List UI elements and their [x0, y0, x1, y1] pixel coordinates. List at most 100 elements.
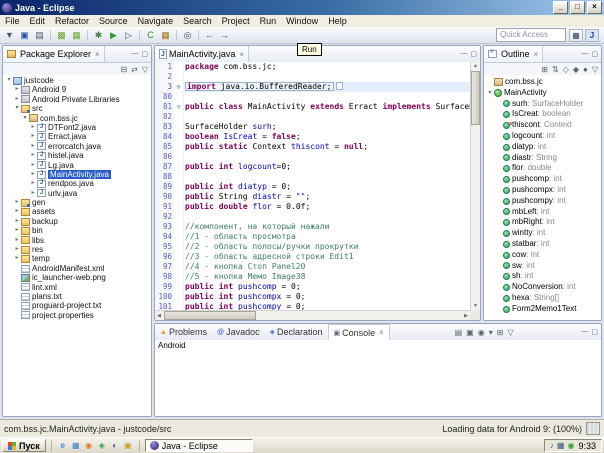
expand-arrow-icon[interactable]: ▸ [13, 226, 21, 235]
outline-item-mbleft[interactable]: mbLeftint [484, 207, 601, 218]
menu-search[interactable]: Search [178, 16, 217, 26]
new-java-class-icon[interactable]: C [143, 28, 158, 43]
editor-horizontal-scrollbar[interactable]: ◀ ▶ [155, 310, 470, 320]
view-menu-icon[interactable]: ▽ [142, 64, 148, 75]
tree-item-lg.java[interactable]: ▸Lg.java [3, 161, 151, 170]
hide-static-icon[interactable]: ◆ [573, 64, 579, 75]
eclipse-icon[interactable]: ◐ [109, 439, 121, 452]
outline-item-pushcompy[interactable]: pushcompyint [484, 196, 601, 207]
code-text[interactable]: //2 - область полосы/ручки прокрутки [184, 242, 470, 252]
expand-arrow-icon[interactable]: ▸ [29, 189, 37, 198]
code-text[interactable]: public double flor = 0.0f; [184, 202, 470, 212]
outline-item-flor[interactable]: flordouble [484, 163, 601, 174]
outline-item-sh[interactable]: shint [484, 271, 601, 282]
tree-item-res[interactable]: ▸res [3, 245, 151, 254]
expand-all-icon[interactable]: ⊞ [541, 64, 548, 75]
progress-view-button[interactable] [586, 422, 600, 435]
code-text[interactable]: public int pushcomp = 0; [184, 282, 470, 292]
menu-run[interactable]: Run [255, 16, 282, 26]
outline-item-com.bss.jc[interactable]: com.bss.jc [484, 77, 601, 88]
expand-arrow-icon[interactable]: ▸ [29, 179, 37, 188]
android-sdk-manager-icon[interactable]: ▩ [54, 28, 69, 43]
code-text[interactable]: //1 - область просмотра [184, 232, 470, 242]
fold-plus-icon[interactable]: ⊕ [174, 82, 184, 92]
taskbar-button-eclipse[interactable]: Java - Eclipse [145, 439, 253, 452]
tree-item-assets[interactable]: ▸assets [3, 207, 151, 216]
console-tab-console[interactable]: ▣Console× [328, 324, 390, 340]
forward-icon[interactable]: → [217, 28, 232, 43]
code-text[interactable]: //компонент, на который нажали [184, 222, 470, 232]
collapse-arrow-icon[interactable]: ▾ [13, 104, 21, 113]
folder-icon[interactable]: ▣ [122, 439, 134, 452]
tree-item-lint.xml[interactable]: lint.xml [3, 283, 151, 292]
back-icon[interactable]: ← [202, 28, 217, 43]
expand-arrow-icon[interactable]: ▸ [13, 95, 21, 104]
outline-item-form2memo1text[interactable]: Form2Memo1Text [484, 304, 601, 315]
outline-item-hexa[interactable]: hexaString[] [484, 293, 601, 304]
outline-item-diastr[interactable]: diastrString [484, 153, 601, 164]
expand-arrow-icon[interactable]: ▸ [29, 132, 37, 141]
maximize-view-icon[interactable]: ▢ [591, 50, 598, 58]
debug-icon[interactable]: ✱ [91, 28, 106, 43]
outline-item-thiscont[interactable]: thiscontContext [484, 120, 601, 131]
quick-access-input[interactable]: Quick Access [496, 28, 566, 42]
tree-item-bin[interactable]: ▸bin [3, 226, 151, 235]
pin-console-icon[interactable]: ◉ [478, 327, 485, 338]
menu-help[interactable]: Help [323, 16, 352, 26]
minimize-view-icon[interactable]: — [131, 50, 138, 58]
collapse-arrow-icon[interactable]: ▾ [21, 114, 29, 123]
scroll-lock-icon[interactable]: ▣ [466, 327, 474, 338]
code-text[interactable]: public static Context thiscont = null; [184, 142, 470, 152]
minimize-view-icon[interactable]: — [581, 328, 588, 336]
tree-item-justcode[interactable]: ▾justcode [3, 76, 151, 85]
tree-item-android-9[interactable]: ▸Android 9 [3, 85, 151, 94]
sort-icon[interactable]: ⇅ [552, 64, 559, 75]
status-icon[interactable]: ◉ [567, 440, 574, 451]
expand-arrow-icon[interactable]: ▸ [13, 236, 21, 245]
tree-item-errorcatch.java[interactable]: ▸errorcatch.java [3, 142, 151, 151]
outline-item-diatyp[interactable]: diatypint [484, 142, 601, 153]
hide-non-public-icon[interactable]: ● [583, 64, 588, 75]
print-icon[interactable]: ▤ [32, 28, 47, 43]
close-icon[interactable]: × [95, 50, 100, 59]
code-text[interactable]: package com.bss.jc; [184, 62, 470, 72]
menu-project[interactable]: Project [217, 16, 255, 26]
tree-item-androidmanifest.xml[interactable]: AndroidManifest.xml [3, 264, 151, 273]
code-text[interactable]: //3 - область адресной строки Edit1 [184, 252, 470, 262]
code-editor[interactable]: 1package com.bss.jc;23⊕import java.io.Bu… [155, 62, 470, 310]
code-text[interactable] [184, 152, 470, 162]
code-text[interactable] [184, 172, 470, 182]
run-icon[interactable]: ▶ [106, 28, 121, 43]
console-tab-problems[interactable]: ▲Problems [155, 324, 212, 340]
close-icon[interactable]: × [534, 50, 539, 59]
minimize-window-button[interactable]: _ [553, 1, 568, 14]
code-text[interactable]: public int diatyp = 0; [184, 182, 470, 192]
tree-item-gen[interactable]: ▸gen [3, 198, 151, 207]
code-text[interactable]: //5 - кнопка Мемо Image38 [184, 272, 470, 282]
volume-icon[interactable]: ♪ [550, 440, 554, 451]
code-text[interactable] [184, 112, 470, 122]
scroll-down-icon[interactable]: ▼ [473, 302, 478, 310]
expand-arrow-icon[interactable]: ▸ [13, 217, 21, 226]
tree-item-histel.java[interactable]: ▸histel.java [3, 151, 151, 160]
code-text[interactable]: public String diastr = ""; [184, 192, 470, 202]
media-player-icon[interactable]: ◉ [83, 439, 95, 452]
outline-item-cow[interactable]: cowint [484, 250, 601, 261]
code-text[interactable]: public int pushcompx = 0; [184, 292, 470, 302]
collapse-arrow-icon[interactable]: ▾ [486, 88, 494, 99]
tree-item-plans.txt[interactable]: plans.txt [3, 292, 151, 301]
maximize-window-button[interactable]: □ [570, 1, 585, 14]
tree-item-rendpos.java[interactable]: ▸rendpos.java [3, 179, 151, 188]
editor-vertical-scrollbar[interactable]: ▲ ▼ [470, 62, 480, 310]
maximize-view-icon[interactable]: ▢ [591, 328, 598, 336]
maximize-view-icon[interactable]: ▢ [470, 50, 477, 58]
outline-item-logcount[interactable]: logcountint [484, 131, 601, 142]
scroll-right-icon[interactable]: ▶ [462, 312, 470, 320]
save-icon[interactable]: ▣ [17, 28, 32, 43]
code-text[interactable]: import java.io.BufferedReader; [184, 82, 470, 92]
java-perspective-icon[interactable]: J [585, 29, 599, 42]
code-text[interactable]: SurfaceHolder surh; [184, 122, 470, 132]
editor-tab-mainactivity[interactable]: J MainActivity.java × [155, 46, 249, 62]
link-with-editor-icon[interactable]: ⇄ [131, 64, 138, 75]
expand-arrow-icon[interactable]: ▸ [13, 245, 21, 254]
